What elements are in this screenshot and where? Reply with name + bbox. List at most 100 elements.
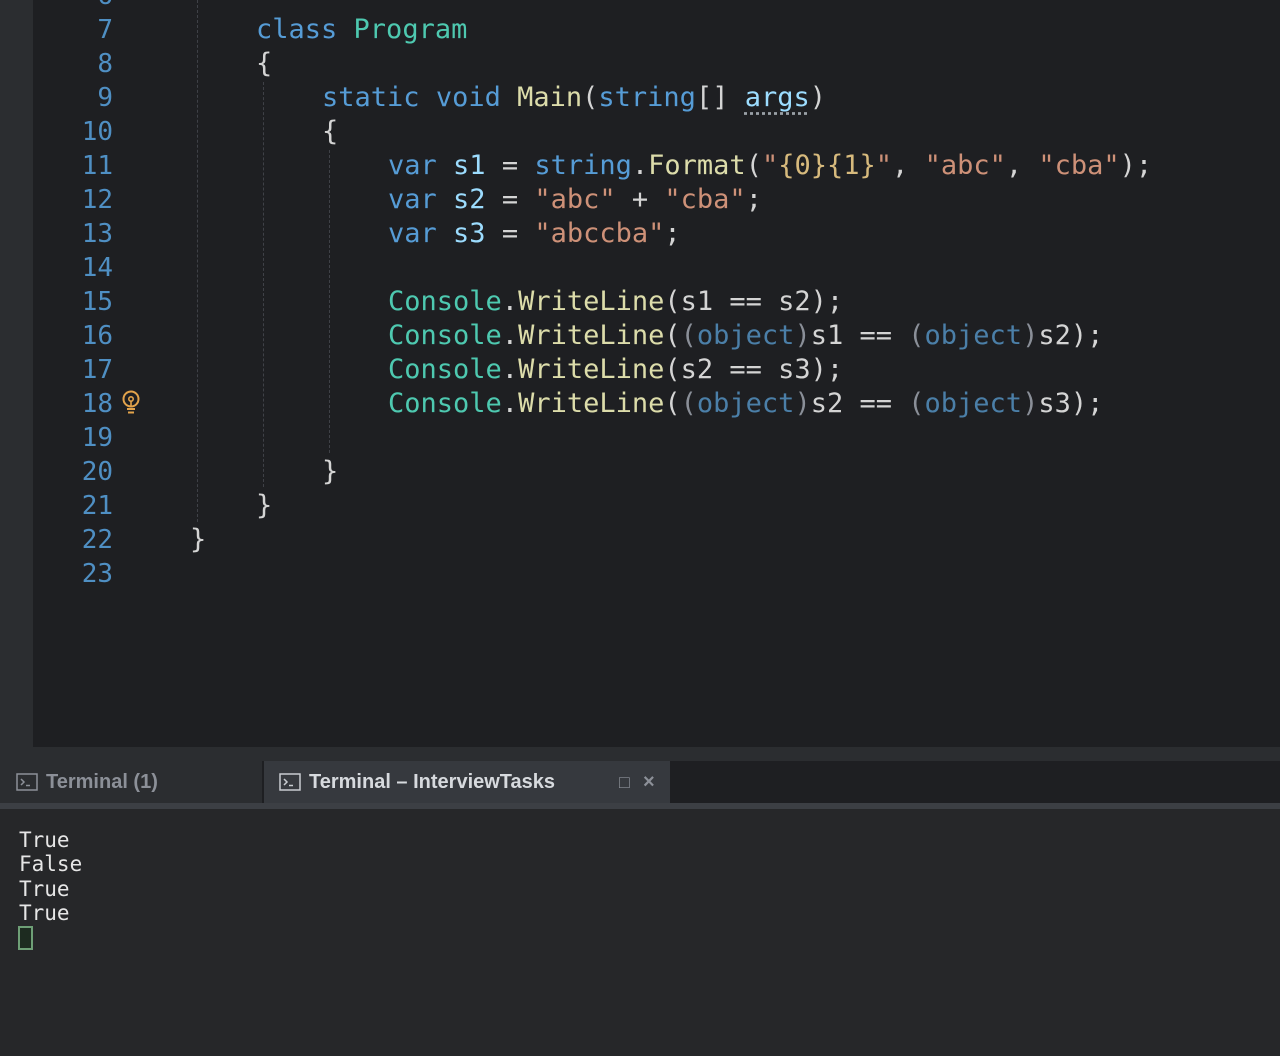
string-token: "cba" — [1038, 150, 1120, 181]
code-line-17: Console.WriteLine(s2 == s3); — [388, 353, 843, 387]
terminal-icon — [16, 773, 38, 791]
punct-token: ( — [680, 388, 697, 419]
punct-token: . — [501, 286, 519, 317]
args-token: (s2 == s3); — [664, 354, 844, 385]
indent-guide — [263, 82, 264, 487]
punct-token: ( — [908, 388, 925, 419]
string-token: " — [761, 150, 779, 181]
code-line-21: } — [256, 489, 272, 523]
tab-terminal-interviewtasks[interactable]: Terminal – InterviewTasks □ × — [264, 761, 670, 803]
args-token: s1 == — [810, 320, 909, 351]
args-token: s2 == — [810, 388, 909, 419]
punct-token: [] — [695, 82, 729, 113]
code-line-15: Console.WriteLine(s1 == s2); — [388, 285, 843, 319]
method-token: WriteLine — [518, 388, 665, 419]
tab-terminal-1[interactable]: Terminal (1) — [0, 761, 262, 803]
variable-token: s1 — [453, 150, 486, 181]
string-token: "abccba" — [534, 218, 665, 249]
code-line-13: var s3 = "abccba"; — [388, 217, 681, 251]
keyword-token: string — [534, 150, 632, 181]
keyword-token: static — [322, 82, 420, 113]
line-number: 21 — [81, 491, 113, 521]
keyword-token: class — [256, 14, 338, 45]
punct-token: . — [501, 320, 519, 351]
keyword-token: var — [388, 218, 437, 249]
punct-token: ( — [745, 150, 762, 181]
type-token: Console — [388, 286, 502, 317]
line-number: 17 — [81, 355, 113, 385]
type-token: Console — [388, 354, 502, 385]
terminal-output-line: True — [19, 901, 70, 925]
line-number: 13 — [81, 219, 113, 249]
code-line-10: { — [322, 115, 338, 149]
keyword-token: var — [388, 184, 437, 215]
brace-token: } — [256, 490, 273, 521]
terminal-cursor — [18, 926, 33, 950]
punct-token: ( — [664, 320, 681, 351]
line-number: 16 — [81, 321, 113, 351]
code-line-7: class Program — [256, 13, 467, 47]
brace-token: { — [322, 116, 339, 147]
string-token: "abc" — [924, 150, 1006, 181]
punct-token: . — [631, 150, 649, 181]
code-line-11: var s1 = string.Format("{0}{1}", "abc", … — [388, 149, 1152, 183]
punct-token: = — [485, 150, 535, 181]
line-number: 22 — [81, 525, 113, 555]
terminal-output-line: False — [19, 852, 83, 876]
punct-token: ( — [680, 320, 697, 351]
tab-label: Terminal – InterviewTasks — [309, 770, 556, 793]
punct-token: = — [485, 184, 535, 215]
punct-token: ) — [794, 320, 811, 351]
editor-left-strip — [0, 0, 33, 747]
method-token: WriteLine — [518, 286, 665, 317]
terminal-output-line: True — [19, 828, 70, 852]
line-number: 15 — [81, 287, 113, 317]
string-token: "abc" — [534, 184, 616, 215]
lightbulb-icon[interactable] — [120, 390, 142, 416]
indent-guide — [329, 150, 330, 453]
code-editor[interactable]: 6 7 8 9 10 11 12 13 14 15 16 17 18 19 20… — [0, 0, 1280, 747]
keyword-token: object — [696, 320, 795, 351]
line-number: 14 — [81, 253, 113, 283]
panel-divider[interactable] — [0, 747, 1280, 761]
terminal-tab-bar: Terminal (1) Terminal – InterviewTasks □… — [0, 761, 1280, 803]
line-number: 10 — [81, 117, 113, 147]
args-token: s3); — [1038, 388, 1104, 419]
punct-token: ) — [1022, 388, 1039, 419]
type-token: Program — [353, 14, 468, 45]
punct-token: = — [485, 218, 535, 249]
punct-token: ( — [582, 82, 599, 113]
line-number: 12 — [81, 185, 113, 215]
code-line-18: Console.WriteLine((object)s2 == (object)… — [388, 387, 1103, 421]
line-number: 18 — [81, 389, 113, 419]
terminal-output-area[interactable] — [0, 809, 1280, 1056]
line-number: 20 — [81, 457, 113, 487]
punct-token: ); — [1119, 150, 1153, 181]
code-line-22: } — [190, 523, 206, 557]
terminal-output-line: True — [19, 877, 70, 901]
line-number: 9 — [97, 83, 113, 113]
tab-label: Terminal (1) — [46, 770, 158, 793]
keyword-token: void — [435, 82, 501, 113]
type-token: Console — [388, 388, 502, 419]
format-token: {0}{1} — [778, 150, 876, 181]
line-number-gutter: 6 7 8 9 10 11 12 13 14 15 16 17 18 19 20… — [33, 0, 143, 747]
code-line-16: Console.WriteLine((object)s1 == (object)… — [388, 319, 1103, 353]
string-token: " — [875, 150, 893, 181]
args-token: s2); — [1038, 320, 1104, 351]
keyword-token: string — [598, 82, 696, 113]
close-icon[interactable]: × — [643, 761, 655, 803]
keyword-token: object — [696, 388, 795, 419]
indent-guide — [197, 0, 198, 522]
line-number: 23 — [81, 559, 113, 589]
method-token: Format — [648, 150, 746, 181]
punct-token: . — [501, 354, 519, 385]
method-token: Main — [517, 82, 583, 113]
line-number: 6 — [33, 0, 113, 13]
line-number: 19 — [81, 423, 113, 453]
punct-token: ) — [1022, 320, 1039, 351]
maximize-icon[interactable]: □ — [619, 761, 630, 803]
type-token: Console — [388, 320, 502, 351]
line-number: 7 — [97, 15, 113, 45]
keyword-token: var — [388, 150, 437, 181]
